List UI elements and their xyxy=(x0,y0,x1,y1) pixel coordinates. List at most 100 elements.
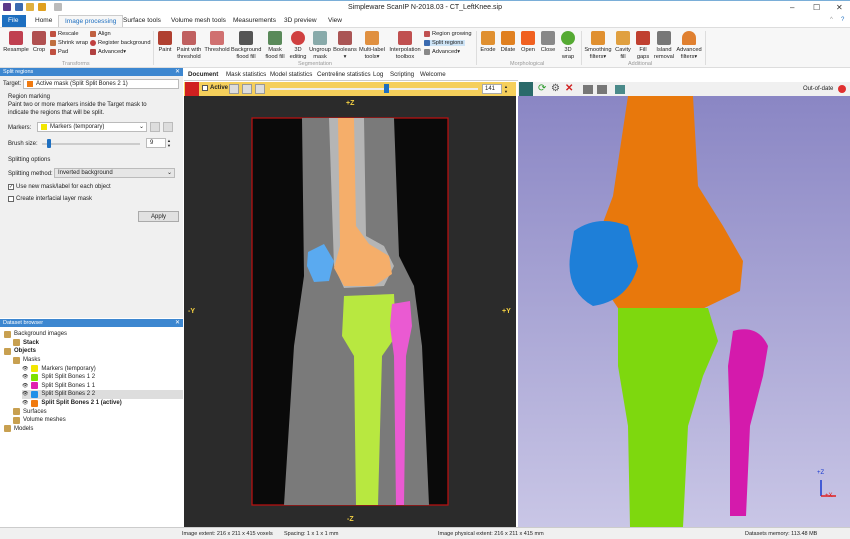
tree-item[interactable]: Stack xyxy=(13,339,39,348)
close-panel-icon[interactable]: ✕ xyxy=(175,319,180,326)
visibility-icon[interactable]: 👁 xyxy=(22,383,28,389)
slice-spinner[interactable]: ▲ ▼ xyxy=(504,84,508,94)
interpolation-toolbox-button[interactable]: Interpolation toolbox xyxy=(387,31,423,60)
visibility-icon[interactable]: 👁 xyxy=(22,400,28,406)
active-checkbox[interactable]: Active xyxy=(202,85,228,91)
tree-item[interactable]: Objects xyxy=(4,347,36,356)
advanced-filters-button[interactable]: Advanced filters▾ xyxy=(676,31,702,60)
tree-item[interactable]: 👁 Markers (temporary) xyxy=(22,364,96,373)
multi-label-tools-button[interactable]: Multi-label tools▾ xyxy=(358,31,386,60)
tab-log[interactable]: Log xyxy=(373,71,383,78)
align-button[interactable]: Align xyxy=(90,31,111,37)
remove-marker-button[interactable] xyxy=(163,122,173,132)
visibility-icon[interactable]: 👁 xyxy=(22,374,28,380)
tab-welcome[interactable]: Welcome xyxy=(420,71,446,78)
collapse-ribbon-icon[interactable]: ^ xyxy=(830,17,833,23)
tab-home[interactable]: Home xyxy=(29,15,58,27)
tab-surface-tools[interactable]: Surface tools xyxy=(117,15,167,27)
3d-editing-button[interactable]: 3D editing xyxy=(289,31,307,60)
close-panel-icon[interactable]: ✕ xyxy=(175,68,180,75)
settings-icon[interactable]: ⚙ xyxy=(551,83,560,94)
threshold-button[interactable]: Threshold xyxy=(204,31,230,54)
tab-file[interactable]: File xyxy=(2,15,26,27)
close-button[interactable]: ✕ xyxy=(836,3,843,12)
view-option-button-3[interactable] xyxy=(255,84,265,94)
tab-view[interactable]: View xyxy=(322,15,348,27)
tree-item[interactable]: 👁 Split Split Bones 2 2 xyxy=(22,390,183,399)
tab-image-processing[interactable]: Image processing xyxy=(58,15,124,27)
region-growing-button[interactable]: Region growing xyxy=(424,31,472,37)
tab-measurements[interactable]: Measurements xyxy=(227,15,282,27)
close-morph-button[interactable]: Close xyxy=(539,31,557,54)
3d-view[interactable]: +Z +X xyxy=(518,96,850,527)
visibility-icon[interactable]: 👁 xyxy=(22,366,28,372)
tree-item[interactable]: 👁 Split Split Bones 1 1 xyxy=(22,382,95,391)
shrink-wrap-button[interactable]: Shrink wrap xyxy=(50,40,88,46)
paint-threshold-button[interactable]: Paint with threshold xyxy=(175,31,203,60)
export-icon[interactable] xyxy=(597,85,607,94)
help-icon[interactable]: ? xyxy=(841,17,844,23)
rescale-button[interactable]: Rescale xyxy=(50,31,79,37)
brush-size-slider[interactable] xyxy=(42,139,140,148)
tree-item[interactable]: 👁 Split Split Bones 1 2 xyxy=(22,373,95,382)
ungroup-mask-button[interactable]: Ungroup mask xyxy=(308,31,332,60)
screenshot-icon[interactable] xyxy=(583,85,593,94)
segmentation-advanced-button[interactable]: Advanced▾ xyxy=(424,49,460,55)
island-removal-button[interactable]: Island removal xyxy=(653,31,675,60)
slice-number-input[interactable]: 141 xyxy=(482,84,502,94)
minimize-button[interactable]: – xyxy=(790,3,794,12)
split-regions-button[interactable]: Split regions xyxy=(424,40,466,46)
checkbox-unchecked-icon[interactable] xyxy=(8,196,14,202)
tree-item[interactable]: Background images xyxy=(4,330,67,339)
checkbox-icon[interactable] xyxy=(202,85,208,91)
mask-flood-fill-button[interactable]: Mask flood fill xyxy=(262,31,288,60)
refresh-icon[interactable]: ⟳ xyxy=(538,83,546,94)
tree-item[interactable]: Surfaces xyxy=(13,407,47,416)
tab-volume-mesh-tools[interactable]: Volume mesh tools xyxy=(165,15,232,27)
add-marker-button[interactable] xyxy=(150,122,160,132)
smoothing-filters-button[interactable]: Smoothing filters▾ xyxy=(583,31,613,60)
view-settings-icon[interactable] xyxy=(615,85,625,94)
dilate-button[interactable]: Dilate xyxy=(499,31,517,54)
interfacial-layer-checkbox[interactable]: Create interfacial layer mask xyxy=(8,196,92,202)
tab-document[interactable]: Document xyxy=(188,71,219,78)
background-flood-fill-button[interactable]: Background flood fill xyxy=(231,31,261,60)
brush-size-spinner[interactable]: ▲ ▼ xyxy=(167,138,171,148)
maximize-view-button[interactable] xyxy=(519,82,533,96)
maximize-view-button[interactable] xyxy=(185,82,199,96)
tab-model-statistics[interactable]: Model statistics xyxy=(270,71,312,78)
tree-item[interactable]: Models xyxy=(4,425,33,434)
slice-view-2d[interactable]: +Z -Z -Y +Y xyxy=(184,96,516,527)
3d-wrap-button[interactable]: 3D wrap xyxy=(559,31,577,60)
checkbox-checked-icon[interactable]: ✓ xyxy=(8,184,14,190)
visibility-icon[interactable]: 👁 xyxy=(22,391,28,397)
paint-button[interactable]: Paint xyxy=(156,31,174,54)
fill-gaps-button[interactable]: Fill gaps xyxy=(634,31,652,60)
erode-button[interactable]: Erode xyxy=(479,31,497,54)
tab-mask-statistics[interactable]: Mask statistics xyxy=(226,71,266,78)
slider-thumb[interactable] xyxy=(383,84,389,93)
cancel-icon[interactable]: ✕ xyxy=(565,83,573,94)
target-field[interactable]: Active mask (Split Split Bones 2 1) xyxy=(23,79,179,89)
cavity-fill-button[interactable]: Cavity fill xyxy=(614,31,632,60)
use-new-mask-checkbox[interactable]: ✓ Use new mask/label for each object xyxy=(8,184,111,190)
splitting-method-dropdown[interactable]: Inverted background ⌄ xyxy=(54,168,175,178)
tree-item[interactable]: Volume meshes xyxy=(13,416,66,425)
markers-dropdown[interactable]: Markers (temporary) ⌄ xyxy=(37,122,147,132)
view-option-button-2[interactable] xyxy=(242,84,252,94)
tree-item[interactable]: 👁 Split Split Bones 2 1 (active) xyxy=(22,399,122,408)
tree-item[interactable]: Masks xyxy=(13,356,40,365)
transforms-advanced-button[interactable]: Advanced▾ xyxy=(90,49,126,55)
resample-button[interactable]: Resample xyxy=(3,31,29,54)
register-background-button[interactable]: Register background xyxy=(90,40,150,46)
maximize-button[interactable]: ☐ xyxy=(813,3,820,12)
view-option-button-1[interactable] xyxy=(229,84,239,94)
crop-button[interactable]: Crop xyxy=(30,31,48,54)
brush-size-input[interactable]: 9 xyxy=(146,138,166,148)
apply-button[interactable]: Apply xyxy=(138,211,179,222)
slice-slider[interactable] xyxy=(270,84,478,93)
tab-scripting[interactable]: Scripting xyxy=(390,71,414,78)
slider-thumb[interactable] xyxy=(46,139,51,148)
open-button[interactable]: Open xyxy=(519,31,537,54)
tab-centreline-statistics[interactable]: Centreline statistics xyxy=(317,71,371,78)
